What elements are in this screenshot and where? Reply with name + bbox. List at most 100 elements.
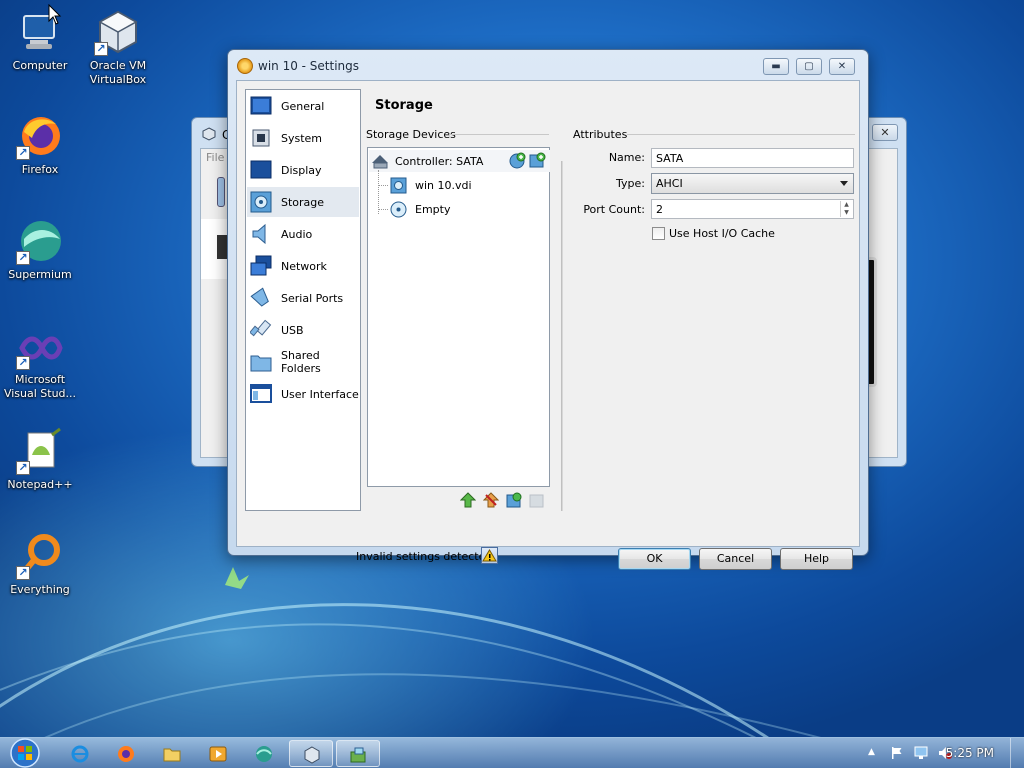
taskbar: ▲ 5:25 PM xyxy=(0,737,1024,768)
dialog-client: General System Display Storage Audio Net… xyxy=(236,80,860,570)
virtualbox-icon xyxy=(304,746,320,764)
everything-search-icon: ↗ xyxy=(16,532,64,580)
port-count-value: 2 xyxy=(656,203,663,216)
audio-speaker-icon xyxy=(252,223,266,245)
tree-item-hard-disk[interactable]: win 10.vdi xyxy=(390,174,472,196)
tree-connector xyxy=(378,170,379,214)
settings-gear-icon xyxy=(237,58,253,74)
shortcut-arrow-icon: ↗ xyxy=(16,251,30,265)
desktop-icon-everything[interactable]: ↗ Everything xyxy=(0,532,80,597)
nav-label: USB xyxy=(281,323,304,337)
desktop-icon-label: Supermium xyxy=(8,268,72,281)
serial-port-icon xyxy=(250,287,269,307)
taskbar-clock[interactable]: 5:25 PM xyxy=(946,746,994,760)
taskbar-media-player[interactable] xyxy=(196,740,240,767)
taskbar-vm-window[interactable] xyxy=(336,740,380,767)
shortcut-arrow-icon: ↗ xyxy=(16,566,30,580)
desktop-icon-label: Computer xyxy=(12,59,68,72)
shortcut-arrow-icon: ↗ xyxy=(16,146,30,160)
maximize-button[interactable]: ▢ xyxy=(796,58,822,75)
desktop-icon-label: Notepad++ xyxy=(7,478,73,491)
action-center-flag-icon[interactable] xyxy=(890,746,904,760)
controller-icon xyxy=(372,154,388,168)
storage-disk-icon xyxy=(250,191,272,213)
vm-window-icon xyxy=(350,747,366,763)
taskbar-virtualbox[interactable] xyxy=(289,740,333,767)
add-controller-icon[interactable] xyxy=(460,492,476,508)
desktop-icon-notepadpp[interactable]: ↗ Notepad++ xyxy=(0,427,80,492)
desktop-icon-virtualbox[interactable]: ↗ Oracle VM VirtualBox xyxy=(78,8,158,87)
add-attachment-icon[interactable] xyxy=(506,492,522,508)
shared-folder-icon xyxy=(250,355,272,372)
nav-label: Network xyxy=(281,259,327,273)
firefox-icon: ↗ xyxy=(16,112,64,160)
cancel-button[interactable]: Cancel xyxy=(699,548,772,570)
taskbar-internet-explorer[interactable] xyxy=(58,740,102,767)
host-io-cache-checkbox[interactable] xyxy=(652,227,665,240)
help-button[interactable]: Help xyxy=(780,548,853,570)
nav-label: Storage xyxy=(281,195,325,209)
shortcut-arrow-icon: ↗ xyxy=(94,42,108,56)
group-divider xyxy=(627,134,855,135)
name-field[interactable]: SATA xyxy=(651,148,854,168)
type-select[interactable]: AHCI xyxy=(651,173,854,194)
nav-item-system[interactable]: System xyxy=(247,123,359,153)
start-button[interactable] xyxy=(6,738,44,768)
dialog-titlebar[interactable]: win 10 - Settings ▬ ▢ ✕ xyxy=(228,50,868,80)
nav-item-usb[interactable]: USB xyxy=(247,315,359,345)
page-title: Storage xyxy=(375,98,433,113)
manager-close-button[interactable]: ✕ xyxy=(872,124,898,141)
windows-logo-icon xyxy=(10,738,40,768)
remove-attachment-icon[interactable] xyxy=(529,492,545,508)
name-label: Name: xyxy=(608,151,645,164)
display-monitor-icon xyxy=(250,160,272,179)
settings-dialog[interactable]: win 10 - Settings ▬ ▢ ✕ General System D… xyxy=(227,49,869,570)
nav-label: General xyxy=(281,99,325,113)
supermium-icon xyxy=(256,746,272,762)
nav-item-shared-folders[interactable]: Shared Folders xyxy=(247,347,359,377)
nav-item-general[interactable]: General xyxy=(247,91,359,121)
ok-button[interactable]: OK xyxy=(618,548,691,570)
shortcut-arrow-icon: ↗ xyxy=(16,356,30,370)
nav-label: System xyxy=(281,131,323,145)
taskbar-explorer[interactable] xyxy=(150,740,194,767)
pane-separator[interactable] xyxy=(561,161,563,511)
nav-item-user-interface[interactable]: User Interface xyxy=(247,379,359,409)
show-desktop-button[interactable] xyxy=(1010,738,1024,768)
storage-tree[interactable]: Controller: SATA win 10.vdi Empty xyxy=(367,147,550,487)
tree-item-optical-drive[interactable]: Empty xyxy=(390,198,450,220)
nav-item-audio[interactable]: Audio xyxy=(247,219,359,249)
warning-icon[interactable] xyxy=(481,547,498,564)
controller-label: Controller: SATA xyxy=(395,154,484,168)
add-optical-drive-icon[interactable] xyxy=(509,152,526,169)
add-hard-disk-icon[interactable] xyxy=(529,152,546,169)
invalid-settings-warning: Invalid settings detected xyxy=(356,550,493,563)
nav-item-storage[interactable]: Storage xyxy=(247,187,359,217)
desktop-icon-computer[interactable]: Computer xyxy=(0,8,80,73)
minimize-button[interactable]: ▬ xyxy=(763,58,789,75)
desktop-icon-label: Everything xyxy=(10,583,70,596)
desktop-icon-visual-studio[interactable]: ↗ Microsoft Visual Stud... xyxy=(0,322,80,401)
remove-controller-icon[interactable] xyxy=(483,492,499,508)
manager-toolbar-tool-icon xyxy=(217,177,225,207)
desktop-icon-firefox[interactable]: ↗ Firefox xyxy=(0,112,80,177)
nav-item-network[interactable]: Network xyxy=(247,251,359,281)
chevron-down-icon xyxy=(840,181,848,186)
nav-label: Display xyxy=(281,163,322,177)
close-button[interactable]: ✕ xyxy=(829,58,855,75)
spin-arrows-icon[interactable]: ▲ ▼ xyxy=(840,201,852,217)
vbox-logo-icon xyxy=(202,127,216,141)
tree-item-controller[interactable]: Controller: SATA xyxy=(369,150,550,172)
network-tray-icon[interactable] xyxy=(914,746,928,760)
manager-menu-file[interactable]: File xyxy=(206,151,224,164)
nav-item-display[interactable]: Display xyxy=(247,155,359,185)
host-io-cache-label[interactable]: Use Host I/O Cache xyxy=(669,227,775,240)
taskbar-supermium[interactable] xyxy=(242,740,286,767)
tray-expand-icon[interactable]: ▲ xyxy=(868,747,875,757)
desktop-icon-supermium[interactable]: ↗ Supermium xyxy=(0,217,80,282)
firefox-icon xyxy=(118,746,134,762)
port-count-spinbox[interactable]: 2 ▲ ▼ xyxy=(651,199,854,219)
nav-item-serial-ports[interactable]: Serial Ports xyxy=(247,283,359,313)
taskbar-firefox[interactable] xyxy=(104,740,148,767)
nav-label: Audio xyxy=(281,227,313,241)
